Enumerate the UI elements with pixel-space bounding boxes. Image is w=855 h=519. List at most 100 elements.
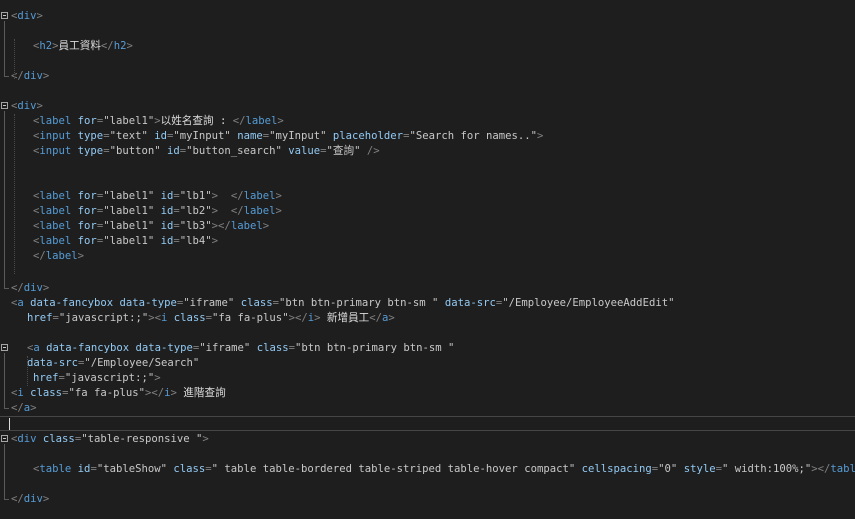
code-line[interactable]: <div> (0, 9, 855, 24)
code-attribute-value: "lb2" (179, 205, 212, 217)
code-tag-name: label (230, 220, 263, 232)
code-line[interactable]: <div> (0, 99, 855, 114)
text-cursor (9, 418, 10, 430)
code-delimiter: </ (11, 70, 24, 82)
code-line[interactable] (0, 326, 855, 341)
code-line[interactable]: <input type="text" id="myInput" name="my… (0, 129, 855, 144)
code-attribute-value: "label1" (103, 220, 155, 232)
code-delimiter: > (42, 493, 50, 505)
code-attribute-value: "lb3" (179, 220, 212, 232)
code-attribute-name: for (77, 205, 97, 217)
code-line[interactable] (0, 447, 855, 462)
code-tag-name: div (17, 433, 37, 445)
code-attribute-name: id (160, 190, 174, 202)
code-delimiter: ></ (211, 220, 231, 232)
code-line[interactable]: </a> (0, 401, 855, 416)
code-attribute-name: href (27, 312, 53, 324)
code-delimiter: </ (11, 493, 24, 505)
code-tag-name: input (39, 130, 72, 142)
code-attribute-value: "lb1" (179, 190, 212, 202)
code-attribute-value: "table-responsive " (81, 433, 203, 445)
code-attribute-value: "label1" (103, 205, 155, 217)
code-attribute-value: "/Employee/EmployeeAddEdit" (502, 297, 675, 309)
code-line[interactable]: <h2>員工資料</h2> (0, 39, 855, 54)
code-attribute-value: "javascript:;" (58, 312, 149, 324)
code-editor[interactable]: <div> <h2>員工資料</h2> </div> <div> <label for=… (0, 0, 855, 519)
code-delimiter: > (36, 10, 43, 22)
code-line[interactable]: <label for="label1" id="lb2"> </label> (0, 204, 855, 219)
code-attribute-name: class (240, 297, 273, 309)
code-line[interactable]: <input type="button" id="button_search" … (0, 144, 855, 159)
code-tag-name: div (23, 70, 43, 82)
code-attribute-name: for (77, 220, 97, 232)
collapse-icon[interactable] (1, 102, 8, 109)
fold-guide-end (4, 288, 9, 289)
code-attribute-name: for (77, 190, 97, 202)
code-content: <h2>員工資料</h2> (33, 39, 133, 54)
code-delimiter: </ (232, 115, 246, 127)
code-attribute-value: "btn btn-primary btn-sm " (278, 297, 439, 309)
code-tag-name: label (39, 205, 72, 217)
code-attribute-value: " table table-bordered table-striped tab… (211, 463, 576, 475)
code-attribute-value: "label1" (103, 115, 155, 127)
code-line[interactable]: <label for="label1" id="lb4"> (0, 234, 855, 249)
code-attribute-value: "label1" (103, 235, 155, 247)
code-tag-name: div (17, 10, 37, 22)
code-line[interactable]: data-src="/Employee/Search" (0, 356, 855, 371)
code-attribute-value: "label1" (103, 190, 155, 202)
code-line[interactable]: <i class="fa fa-plus"></i> 進階查詢 (0, 386, 855, 401)
code-line[interactable]: </div> (0, 69, 855, 84)
collapse-icon[interactable] (1, 344, 8, 351)
collapse-icon[interactable] (1, 435, 8, 442)
code-attribute-name: placeholder (332, 130, 404, 142)
code-line[interactable]: <label for="label1" id="lb1"> </label> (0, 189, 855, 204)
code-content: </label> (33, 249, 84, 264)
code-attribute-value: "fa fa-plus" (212, 312, 289, 324)
collapse-icon[interactable] (1, 12, 8, 19)
code-attribute-value: "btn btn-primary btn-sm " (294, 342, 455, 354)
fold-guide-end (4, 408, 9, 409)
code-line[interactable]: </label> (0, 249, 855, 264)
code-line[interactable]: href="javascript:;"><i class="fa fa-plus… (0, 311, 855, 326)
code-line[interactable]: <table id="tableShow" class=" table tabl… (0, 462, 855, 477)
code-line[interactable] (0, 477, 855, 492)
code-line[interactable]: <label for="label1">以姓名查詢 : </label> (0, 114, 855, 129)
code-line[interactable]: href="javascript:;"> (0, 371, 855, 386)
fold-guide (4, 353, 5, 408)
code-text: 進階查詢 (176, 387, 226, 399)
code-line[interactable] (0, 416, 855, 431)
code-delimiter: > (42, 70, 50, 82)
code-line[interactable]: <div class="table-responsive "> (0, 432, 855, 447)
code-line[interactable] (0, 24, 855, 39)
code-content: <div class="table-responsive "> (11, 432, 209, 447)
code-line[interactable]: </div> (0, 492, 855, 507)
code-content: </div> (11, 281, 49, 296)
code-delimiter: > (537, 130, 544, 142)
code-line[interactable] (0, 84, 855, 99)
code-attribute-value: "myInput" (269, 130, 327, 142)
code-line[interactable]: <a data-fancybox data-type="iframe" clas… (0, 341, 855, 356)
code-attribute-name: style (683, 463, 716, 475)
code-line[interactable]: </div> (0, 281, 855, 296)
code-content: <a data-fancybox data-type="iframe" clas… (11, 296, 674, 311)
code-content: data-src="/Employee/Search" (27, 356, 199, 371)
code-delimiter: ></ (145, 387, 165, 399)
code-attribute-value: "fa fa-plus" (68, 387, 145, 399)
code-attribute-name: for (77, 235, 97, 247)
code-line[interactable]: <a data-fancybox data-type="iframe" clas… (0, 296, 855, 311)
fold-guide (4, 444, 5, 499)
code-delimiter: </ (11, 282, 24, 294)
code-content: <label for="label1" id="lb4"> (33, 234, 218, 249)
code-delimiter: </ (369, 312, 383, 324)
code-line[interactable] (0, 159, 855, 174)
code-line[interactable] (0, 264, 855, 279)
code-delimiter: > (275, 190, 282, 202)
code-tag-name: label (39, 115, 72, 127)
code-attribute-name: id (160, 205, 174, 217)
code-line[interactable]: <label for="label1" id="lb3"></label> (0, 219, 855, 234)
code-line[interactable] (0, 54, 855, 69)
code-delimiter: ></ (811, 463, 831, 475)
code-delimiter: > (277, 115, 284, 127)
code-line[interactable] (0, 174, 855, 189)
